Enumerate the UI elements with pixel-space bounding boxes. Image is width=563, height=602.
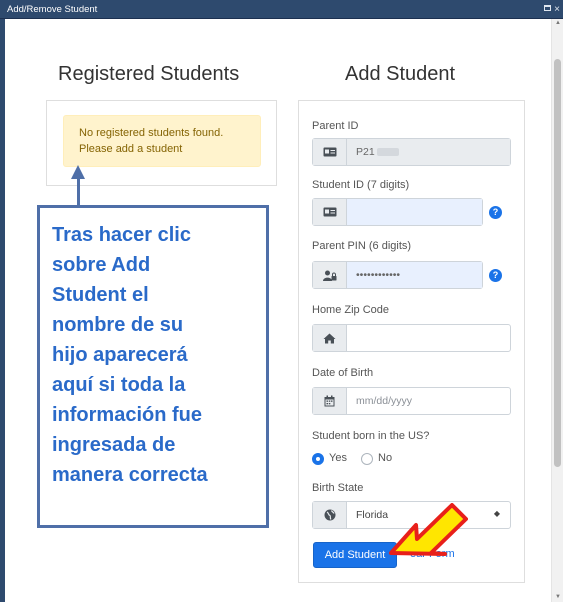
callout-line: sobre Add	[52, 254, 151, 276]
callout-line: Tras hacer clic	[52, 224, 191, 246]
birth-state-label: Birth State	[312, 482, 364, 494]
zip-code-input[interactable]	[347, 325, 510, 351]
select-caret-icon: ◆	[493, 509, 500, 518]
born-us-no-label[interactable]: No	[378, 452, 392, 464]
pointer-arrow-icon	[389, 503, 468, 556]
parent-pin-group: ••••••••••••	[312, 261, 483, 289]
born-us-no-radio[interactable]	[361, 453, 373, 465]
callout-line: nombre de su	[52, 314, 184, 336]
redacted-value	[376, 148, 399, 157]
add-student-button[interactable]: Add Student	[313, 542, 397, 568]
globe-icon	[313, 502, 347, 528]
parent-id-field: P21	[347, 139, 510, 165]
callout-text: Tras hacer clic sobre Add Student el nombre…	[52, 220, 266, 490]
born-us-yes-radio[interactable]	[312, 453, 324, 465]
scroll-up-icon[interactable]: ▲	[555, 20, 561, 26]
alert-line-1: No registered students found.	[79, 127, 224, 139]
callout-line: Student el	[52, 284, 149, 306]
callout-arrowhead-icon	[71, 165, 85, 179]
student-id-input[interactable]	[347, 199, 482, 225]
zip-code-label: Home Zip Code	[312, 304, 390, 316]
dob-group: mm/dd/yyyy	[312, 387, 511, 415]
dob-label: Date of Birth	[312, 367, 374, 379]
parent-id-label: Parent ID	[312, 120, 359, 132]
callout-line: aquí si toda la	[52, 374, 186, 396]
maximize-icon	[543, 5, 551, 12]
scroll-thumb[interactable]	[554, 59, 561, 467]
callout-connector	[77, 176, 80, 206]
window-title: Add/Remove Student	[7, 4, 98, 15]
student-id-label: Student ID (7 digits)	[312, 179, 410, 191]
student-id-group	[312, 198, 483, 226]
id-card-icon	[313, 139, 347, 165]
home-icon	[313, 325, 347, 351]
add-student-heading: Add Student	[345, 63, 456, 85]
born-us-label: Student born in the US?	[312, 430, 430, 442]
parent-pin-input[interactable]: ••••••••••••	[347, 262, 482, 288]
no-students-alert: No registered students found. Please add…	[63, 115, 261, 167]
alert-line-2: Please add a student	[79, 143, 183, 155]
born-us-yes-label[interactable]: Yes	[329, 452, 347, 464]
dob-input[interactable]: mm/dd/yyyy	[347, 388, 510, 414]
parent-pin-help-icon[interactable]: ?	[489, 269, 502, 282]
callout-line: manera correcta	[52, 464, 208, 486]
parent-pin-label: Parent PIN (6 digits)	[312, 240, 412, 252]
parent-id-group: P21	[312, 138, 511, 166]
window-frame-left	[0, 19, 5, 602]
callout-line: ingresada de	[52, 434, 176, 456]
instruction-callout: Tras hacer clic sobre Add Student el nombre…	[37, 205, 269, 528]
window-titlebar: Add/Remove Student	[0, 0, 563, 19]
callout-line: hijo aparecerá	[52, 344, 188, 366]
parent-id-value: P21	[356, 146, 375, 158]
callout-line: información fue	[52, 404, 203, 426]
registered-students-heading: Registered Students	[58, 63, 240, 85]
zip-code-group	[312, 324, 511, 352]
close-button[interactable]: ×	[552, 0, 562, 19]
calendar-icon	[313, 388, 347, 414]
maximize-button[interactable]	[542, 0, 552, 19]
student-id-help-icon[interactable]: ?	[489, 206, 502, 219]
user-lock-icon	[313, 262, 347, 288]
id-card-icon	[313, 199, 347, 225]
scroll-down-icon[interactable]: ▼	[555, 594, 561, 600]
vertical-scrollbar[interactable]: ▲ ▼	[551, 19, 563, 602]
